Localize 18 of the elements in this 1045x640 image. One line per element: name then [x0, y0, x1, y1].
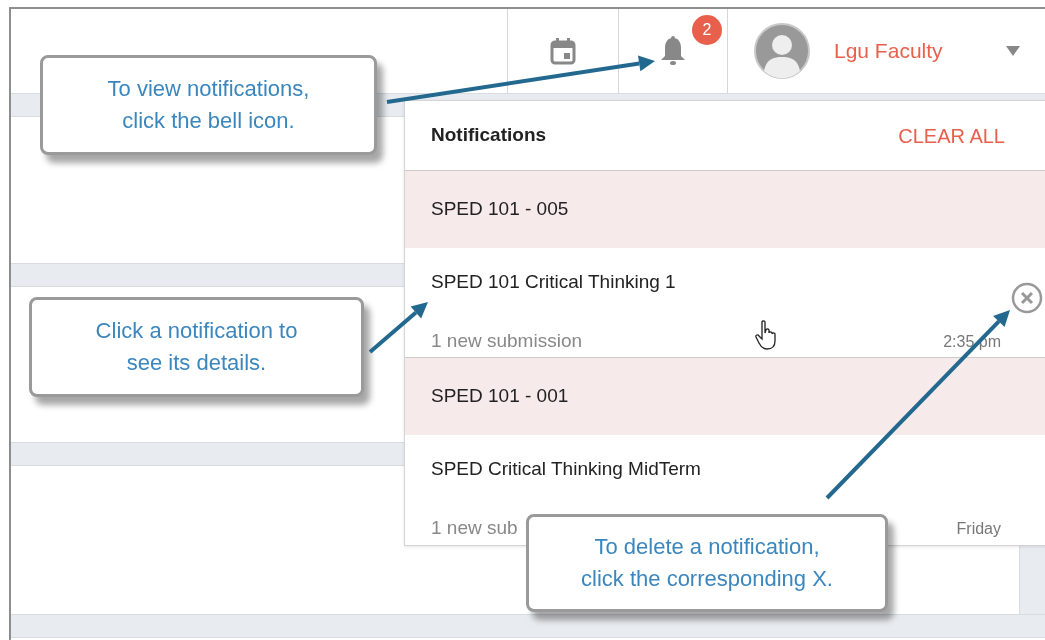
calendar-icon[interactable]	[549, 36, 577, 66]
callout-tooltip: To view notifications, click the bell icon.	[40, 55, 377, 155]
notification-title: SPED Critical Thinking MidTerm	[431, 457, 702, 481]
caret-icon[interactable]	[1005, 45, 1021, 57]
callout-tooltip: Click a notification to see its details.	[29, 297, 364, 397]
avatar-icon[interactable]	[754, 23, 810, 79]
course-header: SPED 101 - 005	[405, 171, 1045, 248]
notification-title: SPED 101 Critical Thinking 1	[431, 270, 677, 294]
notification-detail: 1 new sub	[431, 515, 518, 540]
panel-title: Notifications	[431, 123, 547, 148]
pointer-arrow	[368, 302, 428, 354]
hand-cursor-icon	[755, 320, 779, 350]
course-header: SPED 101 - 001	[405, 358, 1045, 435]
notification-count: 2	[692, 15, 722, 45]
notification-detail: 1 new submission	[431, 328, 583, 353]
notification-time: Friday	[956, 518, 1001, 539]
close-icon[interactable]	[1011, 282, 1043, 314]
callout-tooltip: To delete a notification, click the corresponding X.	[526, 514, 888, 612]
